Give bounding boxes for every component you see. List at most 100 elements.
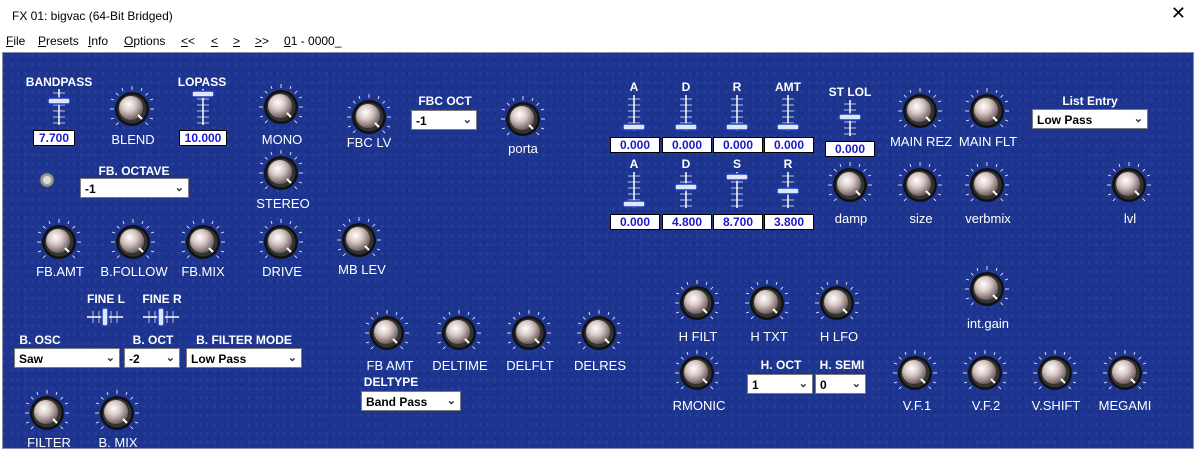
fbc-oct-label: FBC OCT	[418, 94, 472, 108]
chevron-down-icon: ⌄	[105, 352, 115, 364]
env1-a-value[interactable]: 0.000	[610, 137, 660, 153]
deltime-knob[interactable]	[435, 309, 483, 357]
b-mix-knob[interactable]	[93, 389, 141, 437]
bandpass-value[interactable]: 7.700	[33, 130, 75, 146]
fine-l-slider[interactable]	[85, 305, 125, 329]
b-follow-knob[interactable]	[109, 218, 157, 266]
menu-presets[interactable]: Presets	[38, 34, 79, 48]
damp-knob[interactable]	[826, 161, 874, 209]
env2-s-slider[interactable]	[722, 170, 752, 210]
toggle-switch-icon[interactable]	[38, 171, 56, 189]
mono-knob[interactable]	[257, 83, 305, 131]
menu-preset-number[interactable]: 01 - 0000_	[284, 34, 341, 48]
b-oct-value: -2	[129, 352, 140, 366]
menu-bar: File Presets Info Options << < > >> 01 -…	[0, 31, 1196, 52]
fb-octave-label: FB. OCTAVE	[98, 164, 170, 178]
size-knob[interactable]	[896, 161, 944, 209]
chevron-down-icon: ⌄	[851, 378, 861, 390]
main-rez-knob[interactable]	[896, 87, 944, 135]
b-filter-mode-select[interactable]: Low Pass ⌄	[186, 348, 302, 368]
vf2-knob[interactable]	[961, 349, 1009, 397]
lopass-value[interactable]: 10.000	[179, 130, 227, 146]
deltype-select[interactable]: Band Pass ⌄	[361, 391, 461, 411]
menu-prev-preset-fast[interactable]: <<	[181, 34, 195, 48]
main-flt-knob[interactable]	[963, 87, 1011, 135]
drive-knob[interactable]	[257, 218, 305, 266]
delflt-knob[interactable]	[505, 309, 553, 357]
lvl-label: lvl	[1123, 211, 1137, 226]
env2-a-slider[interactable]	[619, 170, 649, 210]
env1-d-slider[interactable]	[671, 93, 701, 133]
b-oct-select[interactable]: -2 ⌄	[124, 348, 180, 368]
env2-d-value[interactable]: 4.800	[662, 214, 712, 230]
vf1-knob[interactable]	[891, 349, 939, 397]
mb-lev-knob[interactable]	[335, 216, 383, 264]
st-lol-slider[interactable]	[835, 98, 865, 138]
vshift-knob[interactable]	[1031, 349, 1079, 397]
h-lfo-knob[interactable]	[813, 279, 861, 327]
chevron-down-icon: ⌄	[1133, 113, 1143, 125]
env1-r-value[interactable]: 0.000	[713, 137, 763, 153]
chevron-down-icon: ⌄	[446, 395, 456, 407]
blend-knob[interactable]	[108, 85, 156, 133]
st-lol-value[interactable]: 0.000	[825, 141, 875, 157]
fb-amt-knob[interactable]	[35, 218, 83, 266]
b-osc-select[interactable]: Saw ⌄	[14, 348, 120, 368]
b-osc-value: Saw	[19, 352, 44, 366]
close-icon[interactable]: ✕	[1171, 3, 1186, 24]
env1-d-value[interactable]: 0.000	[662, 137, 712, 153]
menu-next-preset-fast[interactable]: >>	[255, 34, 269, 48]
stereo-knob[interactable]	[257, 149, 305, 197]
verbmix-knob[interactable]	[963, 161, 1011, 209]
env1-a-slider[interactable]	[619, 93, 649, 133]
env1-amt-slider[interactable]	[773, 93, 803, 133]
fbc-oct-select[interactable]: -1 ⌄	[411, 110, 477, 130]
fb-octave-select[interactable]: -1 ⌄	[80, 178, 189, 198]
env2-r-slider[interactable]	[773, 170, 803, 210]
menu-info[interactable]: Info	[88, 34, 108, 48]
env2-d-slider[interactable]	[671, 170, 701, 210]
menu-file[interactable]: File	[6, 34, 25, 48]
lvl-knob[interactable]	[1105, 161, 1153, 209]
h-oct-select[interactable]: 1 ⌄	[747, 374, 813, 394]
menu-options[interactable]: Options	[124, 34, 165, 48]
fbc-lv-knob[interactable]	[345, 93, 393, 141]
env1-amt-label: AMT	[775, 80, 801, 94]
h-filt-knob[interactable]	[673, 279, 721, 327]
menu-next-preset[interactable]: >	[233, 34, 240, 48]
vf1-label: V.F.1	[902, 398, 932, 413]
h-txt-knob[interactable]	[743, 279, 791, 327]
int-gain-label: int.gain	[967, 316, 1009, 331]
h-semi-select[interactable]: 0 ⌄	[815, 374, 866, 394]
fb-amt2-knob[interactable]	[363, 309, 411, 357]
lopass-slider[interactable]	[188, 87, 218, 127]
fine-r-slider[interactable]	[141, 305, 181, 329]
stereo-label: STEREO	[256, 196, 310, 211]
env2-s-label: S	[732, 157, 742, 171]
fb-mix-knob[interactable]	[179, 218, 227, 266]
st-lol-label: ST LOL	[828, 85, 872, 99]
h-filt-label: H FILT	[678, 329, 718, 344]
filter-knob[interactable]	[23, 389, 71, 437]
rmonic-knob[interactable]	[673, 349, 721, 397]
bandpass-slider[interactable]	[44, 87, 74, 127]
list-entry-select[interactable]: Low Pass ⌄	[1032, 109, 1148, 129]
env2-d-label: D	[681, 157, 691, 171]
chevron-down-icon: ⌄	[174, 182, 184, 194]
env1-r-slider[interactable]	[722, 93, 752, 133]
env2-a-value[interactable]: 0.000	[610, 214, 660, 230]
h-semi-label: H. SEMI	[819, 358, 865, 372]
porta-knob[interactable]	[499, 95, 547, 143]
env2-r-value[interactable]: 3.800	[764, 214, 814, 230]
menu-prev-preset[interactable]: <	[211, 34, 218, 48]
delres-knob[interactable]	[575, 309, 623, 357]
b-oct-label: B. OCT	[132, 333, 174, 347]
plugin-panel: BANDPASS 7.700 LOPASS 10.000 BLEND MONO …	[2, 52, 1194, 449]
int-gain-knob[interactable]	[963, 265, 1011, 313]
env1-amt-value[interactable]: 0.000	[764, 137, 814, 153]
fb-octave-value: -1	[85, 182, 96, 196]
megami-knob[interactable]	[1101, 349, 1149, 397]
drive-label: DRIVE	[262, 264, 302, 279]
env2-s-value[interactable]: 8.700	[713, 214, 763, 230]
porta-label: porta	[508, 141, 538, 156]
